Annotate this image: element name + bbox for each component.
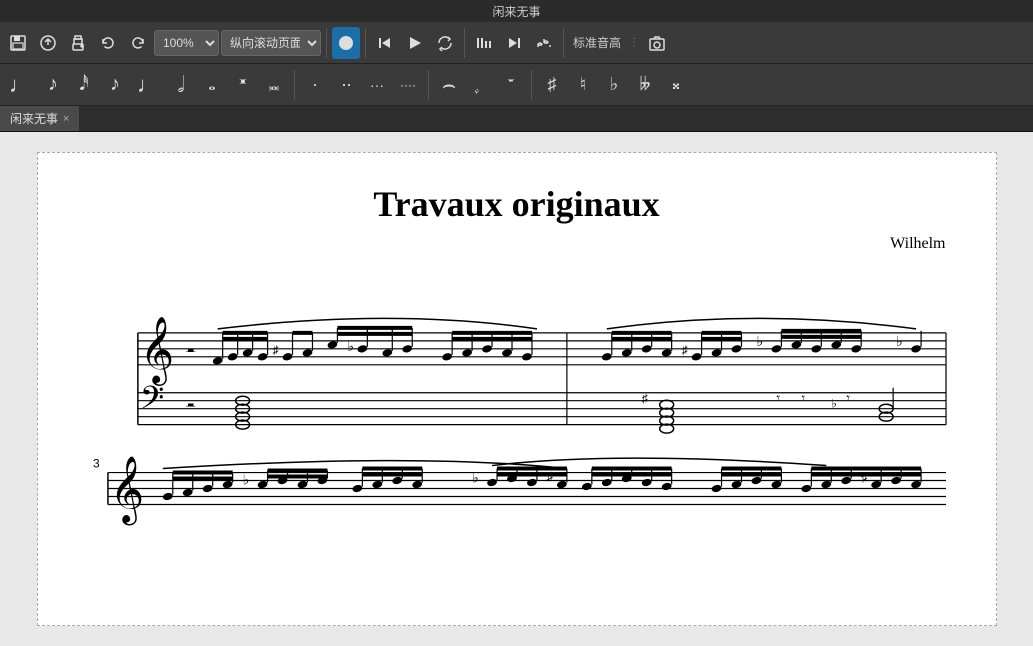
music-notation: 𝄞 𝄢 𝄼 𝄼	[78, 273, 956, 552]
score-title: Travaux originaux	[78, 173, 956, 225]
tab-bar: 闲来无事 ×	[0, 106, 1033, 132]
play-button[interactable]	[401, 27, 429, 59]
tab-label: 闲来无事	[10, 110, 58, 127]
note-special-button[interactable]: 𝅜	[260, 69, 288, 101]
svg-text:♭: ♭	[756, 335, 763, 350]
svg-text:♯: ♯	[641, 392, 647, 406]
note-16-button[interactable]: 𝅘𝅥𝅰	[70, 69, 98, 101]
cursor-button[interactable]	[332, 27, 360, 59]
note-32-button[interactable]: ♪	[39, 69, 67, 101]
svg-text:♭: ♭	[472, 472, 479, 487]
svg-text:♭: ♭	[347, 340, 354, 355]
triplet-button[interactable]: 𝆀	[466, 69, 494, 101]
note-breve-button[interactable]: 𝄺	[229, 69, 257, 101]
note-4-button[interactable]: ♩	[132, 69, 164, 101]
rewind-button[interactable]	[371, 27, 399, 59]
separator4	[563, 28, 564, 58]
dot4-button[interactable]: ····	[394, 69, 422, 101]
next-button[interactable]	[500, 27, 528, 59]
toolbar2: ♩ ♪ 𝅘𝅥𝅰 ♪ ♩ 𝅗𝅥 𝅝 𝄺 𝅜 · ·· ··· ···· ⌢ 𝆀 𝄻…	[0, 64, 1033, 106]
note-whole-button[interactable]: 𝅝	[198, 69, 226, 101]
zoom-select[interactable]: 100% 75% 125% 150%	[154, 30, 219, 56]
standard-pitch-label: 标准音高	[569, 34, 625, 51]
dots-sep: ⋮	[627, 37, 641, 48]
dot3-button[interactable]: ···	[363, 69, 391, 101]
note-2-button[interactable]: 𝅗𝅥	[167, 69, 195, 101]
separator2	[365, 28, 366, 58]
svg-text:♯: ♯	[272, 343, 278, 357]
double-flat-button[interactable]: 𝄫	[631, 69, 659, 101]
svg-text:♭: ♭	[242, 474, 249, 489]
dot1-button[interactable]: ·	[301, 69, 329, 101]
svg-text:𝄞: 𝄞	[109, 456, 143, 525]
svg-text:♭: ♭	[831, 397, 837, 411]
svg-text:♭: ♭	[896, 335, 903, 350]
save-button[interactable]	[4, 27, 32, 59]
view-mode-select[interactable]: 纵向滚动页面 横向滚动 单页	[221, 30, 321, 56]
note-sep1	[294, 70, 295, 100]
main-content: Travaux originaux Wilhelm	[0, 132, 1033, 646]
upload-button[interactable]	[34, 27, 62, 59]
toolbar1: 100% 75% 125% 150% 纵向滚动页面 横向滚动 单页 标准音高 ⋮	[0, 22, 1033, 64]
redo-button[interactable]	[124, 27, 152, 59]
print-button[interactable]	[64, 27, 92, 59]
svg-text:♯: ♯	[681, 343, 687, 357]
rest-button[interactable]: 𝄻	[497, 69, 525, 101]
svg-text:𝄾: 𝄾	[776, 392, 780, 407]
note-64-button[interactable]: ♩	[4, 69, 36, 101]
separator1	[326, 28, 327, 58]
title-bar: 闲来无事	[0, 0, 1033, 22]
svg-text:𝄾: 𝄾	[846, 392, 850, 407]
svg-text:𝄼: 𝄼	[185, 338, 195, 367]
dot2-button[interactable]: ··	[332, 69, 360, 101]
camera-button[interactable]	[643, 27, 671, 59]
score-tab[interactable]: 闲来无事 ×	[0, 106, 79, 131]
sharp-button[interactable]: ♯	[538, 69, 566, 101]
svg-text:𝄼: 𝄼	[185, 393, 195, 422]
svg-text:𝄾: 𝄾	[801, 392, 805, 407]
undo-button[interactable]	[94, 27, 122, 59]
loop-button[interactable]	[431, 27, 459, 59]
note-sep2	[428, 70, 429, 100]
note-sep3	[531, 70, 532, 100]
note-8-button[interactable]: ♪	[101, 69, 129, 101]
score-page: Travaux originaux Wilhelm	[37, 152, 997, 626]
cautionary-button[interactable]: 𝄪	[662, 69, 690, 101]
title-bar-text: 闲来无事	[492, 3, 540, 20]
score-composer: Wilhelm	[78, 235, 956, 253]
voices-button[interactable]	[470, 27, 498, 59]
separator3	[464, 28, 465, 58]
music-area: 𝄞 𝄢 𝄼 𝄼	[78, 273, 956, 557]
natural-button[interactable]: ♮	[569, 69, 597, 101]
tab-close-button[interactable]: ×	[63, 113, 69, 125]
svg-text:3: 3	[92, 457, 99, 471]
tie-button[interactable]: ⌢	[435, 69, 463, 101]
flat-button[interactable]: ♭	[600, 69, 628, 101]
svg-text:𝄢: 𝄢	[139, 382, 163, 424]
svg-text:𝄞: 𝄞	[139, 317, 173, 386]
mixer-button[interactable]	[530, 27, 558, 59]
